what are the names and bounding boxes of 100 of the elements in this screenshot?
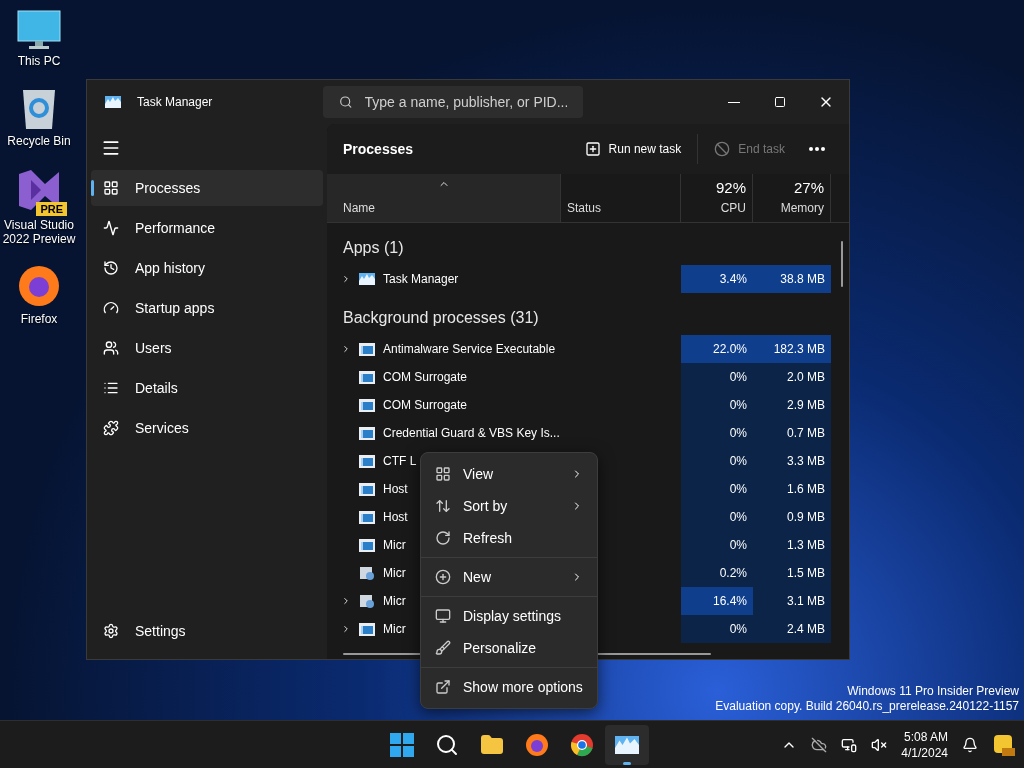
folder-icon bbox=[480, 732, 504, 757]
settings-item[interactable]: Settings bbox=[91, 613, 323, 649]
desktop-icon-label[interactable]: Recycle Bin bbox=[7, 134, 71, 148]
memory-cell: 1.5 MB bbox=[753, 559, 831, 587]
page-title: Processes bbox=[343, 139, 414, 159]
puzzle-icon bbox=[103, 420, 119, 436]
name-column-header[interactable]: Name bbox=[327, 174, 561, 222]
cpu-cell: 0% bbox=[681, 391, 753, 419]
expand-chevron-icon[interactable] bbox=[341, 595, 351, 607]
cpu-cell: 0% bbox=[681, 531, 753, 559]
window-app-icon bbox=[359, 538, 375, 552]
cpu-cell: 16.4% bbox=[681, 587, 753, 615]
window-app-icon bbox=[359, 370, 375, 384]
run-new-task-button[interactable]: Run new task bbox=[576, 133, 690, 165]
active-indicator bbox=[623, 761, 631, 765]
chrome-icon bbox=[570, 732, 594, 757]
sidebar-item[interactable]: Users bbox=[91, 330, 323, 366]
process-name: CTF L bbox=[383, 453, 417, 470]
vertical-scrollbar[interactable] bbox=[841, 241, 843, 287]
memory-cell: 38.8 MB bbox=[753, 265, 831, 293]
desktop-icon-label[interactable]: Visual Studio 2022 Preview bbox=[0, 218, 78, 246]
volume-muted-icon[interactable] bbox=[871, 736, 888, 753]
search-icon bbox=[435, 732, 459, 757]
cpu-cell: 0% bbox=[681, 447, 753, 475]
window-app-icon bbox=[359, 510, 375, 524]
network-icon[interactable] bbox=[841, 736, 858, 753]
expand-chevron-icon[interactable] bbox=[341, 343, 351, 355]
sidebar-item[interactable]: Services bbox=[91, 410, 323, 446]
process-name: COM Surrogate bbox=[383, 369, 468, 386]
cpu-cell: 0% bbox=[681, 363, 753, 391]
context-menu-item[interactable]: New bbox=[425, 561, 593, 593]
window-app-icon bbox=[359, 622, 375, 636]
gauge-icon bbox=[103, 300, 119, 316]
cloud-off-icon[interactable] bbox=[811, 736, 828, 753]
taskbar-app[interactable] bbox=[605, 724, 649, 765]
end-task-icon bbox=[714, 141, 731, 157]
process-name: Antimalware Service Executable bbox=[383, 341, 556, 358]
context-menu-item[interactable]: View bbox=[425, 458, 593, 490]
memory-cell: 2.0 MB bbox=[753, 363, 831, 391]
edition-watermark: Windows 11 Pro Insider Preview bbox=[847, 684, 1019, 699]
list-icon bbox=[103, 380, 119, 396]
selection-indicator bbox=[91, 180, 94, 196]
firefox-icon bbox=[17, 264, 61, 308]
context-menu-item[interactable]: Show more options bbox=[425, 671, 593, 703]
minimize-icon bbox=[728, 101, 740, 103]
context-menu-item[interactable]: Personalize bbox=[425, 632, 593, 664]
search-icon bbox=[339, 95, 353, 109]
task-manager-icon bbox=[359, 273, 375, 285]
history-icon bbox=[103, 260, 119, 276]
cpu-cell: 22.0% bbox=[681, 335, 753, 363]
context-menu-item[interactable]: Sort by bbox=[425, 490, 593, 522]
clock[interactable]: 5:08 AM 4/1/2024 bbox=[901, 728, 948, 761]
sidebar-item[interactable]: Details bbox=[91, 370, 323, 406]
preview-badge: PRE bbox=[36, 202, 67, 216]
status-column-header[interactable]: Status bbox=[561, 174, 681, 222]
memory-cell: 2.4 MB bbox=[753, 615, 831, 643]
refresh-icon bbox=[435, 530, 451, 546]
window-app-icon bbox=[359, 398, 375, 412]
desktop-icon-label[interactable]: This PC bbox=[17, 54, 61, 68]
open-external-icon bbox=[435, 679, 451, 695]
search-field[interactable]: Type a name, publisher, or PID... bbox=[323, 86, 583, 118]
sidebar-item[interactable]: App history bbox=[91, 250, 323, 286]
cpu-cell: 0.2% bbox=[681, 559, 753, 587]
window-app-icon bbox=[359, 426, 375, 440]
maximize-icon bbox=[774, 96, 786, 108]
process-name: Task Manager bbox=[383, 271, 459, 288]
cpu-cell: 0% bbox=[681, 419, 753, 447]
memory-cell: 2.9 MB bbox=[753, 391, 831, 419]
cpu-cell: 0% bbox=[681, 475, 753, 503]
pulse-icon bbox=[103, 220, 119, 236]
process-name: Micr bbox=[383, 537, 406, 554]
monitor-icon bbox=[17, 10, 61, 50]
start-icon bbox=[390, 732, 414, 757]
memory-cell: 3.3 MB bbox=[753, 447, 831, 475]
memory-cell: 0.9 MB bbox=[753, 503, 831, 531]
expand-chevron-icon[interactable] bbox=[341, 623, 351, 635]
more-icon bbox=[809, 147, 825, 151]
context-menu-item[interactable]: Refresh bbox=[425, 522, 593, 554]
installer-icon bbox=[359, 565, 375, 581]
notification-bell-icon[interactable] bbox=[962, 736, 978, 753]
window-app-icon bbox=[359, 482, 375, 496]
sidebar-item[interactable]: Processes bbox=[91, 170, 323, 206]
usage-column-header[interactable]: 92% CPU bbox=[681, 174, 753, 222]
sidebar-item[interactable]: Performance bbox=[91, 210, 323, 246]
preview-app-icon[interactable] bbox=[992, 732, 1016, 757]
group-header: Apps (1) bbox=[343, 238, 404, 258]
expand-chevron-icon[interactable] bbox=[341, 273, 351, 285]
cpu-cell: 0% bbox=[681, 615, 753, 643]
sidebar-item[interactable]: Startup apps bbox=[91, 290, 323, 326]
brush-icon bbox=[435, 640, 451, 656]
process-name: Micr bbox=[383, 621, 406, 638]
group-header: Background processes (31) bbox=[343, 308, 539, 328]
grid-icon bbox=[103, 180, 119, 196]
usage-column-header[interactable]: 27% Memory bbox=[753, 174, 831, 222]
context-menu-item[interactable]: Display settings bbox=[425, 600, 593, 632]
desktop-icon-label[interactable]: Firefox bbox=[20, 312, 58, 326]
window-title: Task Manager bbox=[137, 94, 213, 111]
process-name: Micr bbox=[383, 565, 406, 582]
users-icon bbox=[103, 340, 119, 356]
process-name: COM Surrogate bbox=[383, 397, 468, 414]
